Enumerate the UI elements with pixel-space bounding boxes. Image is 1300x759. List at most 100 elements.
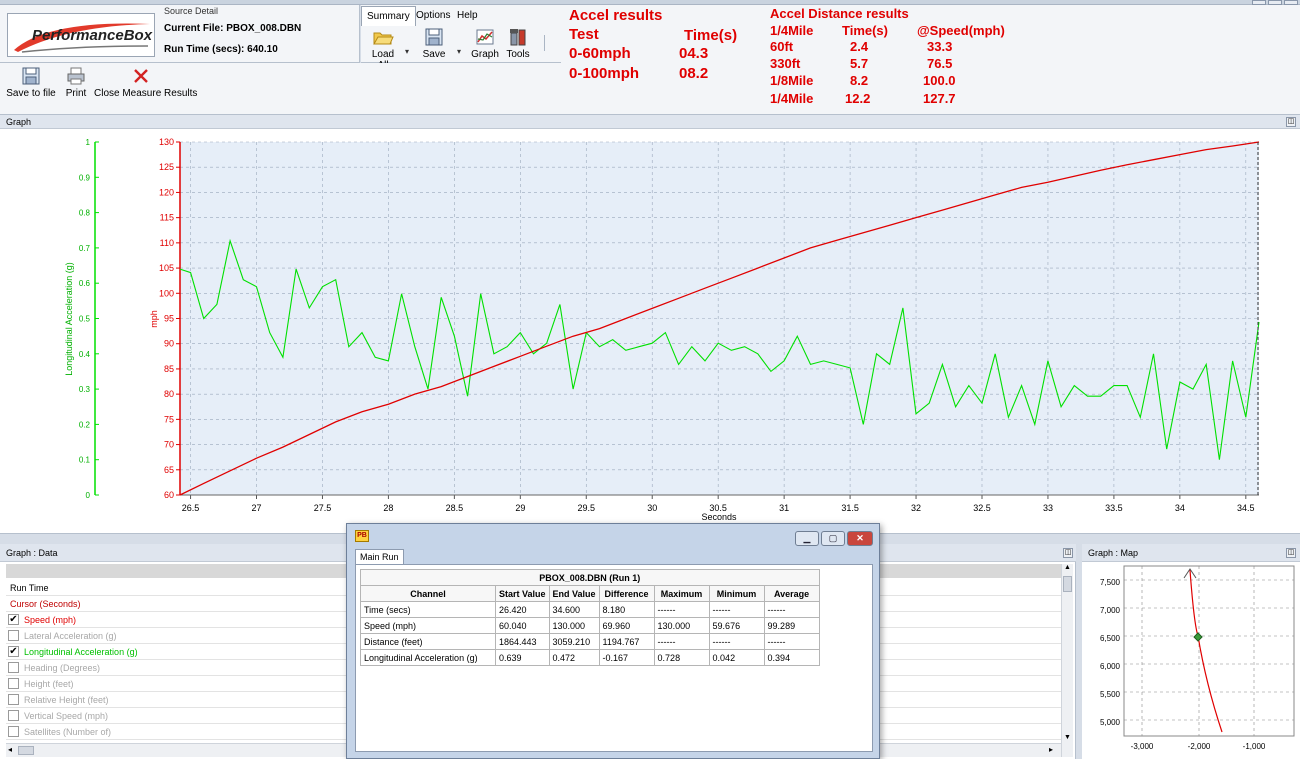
- dialog-body: PBOX_008.DBN (Run 1) Channel Start Value E…: [355, 564, 873, 752]
- accel-tick-label: 0.6: [79, 279, 91, 288]
- speed-tick-label: 130: [159, 137, 174, 147]
- vertical-scrollbar[interactable]: ▲ ▼: [1061, 564, 1073, 757]
- results-cell: Longitudinal Acceleration (g): [360, 649, 496, 666]
- channel-label: Height (feet): [24, 679, 74, 689]
- results-cell: 34.600: [548, 601, 600, 618]
- save-dropdown-icon[interactable]: ▾: [457, 47, 461, 56]
- tab-main-run[interactable]: Main Run: [355, 549, 404, 565]
- speed-tick-label: 100: [159, 288, 174, 298]
- print-button[interactable]: Print: [62, 66, 90, 99]
- close-measure-results-button[interactable]: Close Measure Results: [94, 66, 197, 99]
- accel-tick-label: 0.7: [79, 244, 91, 253]
- graph-data-title: Graph : Data: [6, 548, 58, 558]
- accel-row-test: 0-60mph: [569, 45, 631, 62]
- results-cell: Distance (feet): [360, 633, 496, 650]
- accel-row-time: 08.2: [679, 65, 709, 82]
- speed-tick-label: 70: [164, 440, 174, 450]
- measure-results-dialog[interactable]: PB ▁ ▢ ✕ Main Run PBOX_008.DBN (Run 1) C…: [346, 523, 880, 759]
- load-all-button[interactable]: Load All: [366, 27, 400, 71]
- dialog-maximize-button[interactable]: ▢: [821, 531, 845, 546]
- dialog-minimize-button[interactable]: ▁: [795, 531, 819, 546]
- save-to-file-label: Save to file: [6, 88, 56, 99]
- accel-axis-ticks: 0 0.1 0.2 0.3 0.4 0.5 0.6 0.7 0.8 0.9 1: [79, 138, 99, 500]
- channel-checkbox[interactable]: ✔: [8, 614, 19, 625]
- channel-checkbox[interactable]: [8, 662, 19, 673]
- results-row: Distance (feet) 1864.443 3059.210 1194.767-…: [360, 633, 820, 650]
- channel-label: Vertical Speed (mph): [24, 711, 109, 721]
- floppy-disk-icon: [22, 67, 40, 85]
- accel-tick-label: 0.5: [79, 315, 91, 324]
- results-cell: ------: [763, 601, 820, 618]
- x-tick-label: 33.5: [1105, 503, 1123, 513]
- x-tick-label: 29.5: [578, 503, 596, 513]
- pane-pin-icon[interactable]: ◫: [1286, 548, 1296, 558]
- map-y-tick: 7,000: [1100, 606, 1121, 615]
- pane-pin-icon[interactable]: ◫: [1063, 548, 1073, 558]
- graph-area[interactable]: 26.5 27 27.5 28 28.5 29 29.5 30 30.5 31 31.5 32 32.5…: [0, 129, 1300, 534]
- results-header-row: Channel Start Value End Value Difference Max…: [360, 585, 820, 602]
- channel-checkbox[interactable]: [8, 678, 19, 689]
- x-tick-label: 32: [911, 503, 921, 513]
- accel-tick-label: 0.8: [79, 209, 91, 218]
- load-all-dropdown-icon[interactable]: ▾: [405, 47, 409, 56]
- tab-options[interactable]: Options: [411, 6, 455, 26]
- distance-row-speed: 33.3: [927, 39, 953, 54]
- app-icon: PB: [355, 530, 369, 542]
- floppy-disk-icon: [425, 28, 443, 46]
- distance-row-time: 8.2: [850, 73, 869, 88]
- results-header-cell: Difference: [598, 585, 655, 602]
- accel-results-title: Accel results: [569, 7, 663, 24]
- channel-label: Cursor (Seconds): [10, 599, 81, 609]
- x-tick-label: 30: [647, 503, 657, 513]
- distance-row-dist: 1/4Mile: [770, 91, 814, 106]
- results-cell: 0.042: [708, 649, 765, 666]
- map-y-tick: 6,000: [1100, 662, 1121, 671]
- speed-tick-label: 75: [164, 414, 174, 424]
- results-cell: Speed (mph): [360, 617, 496, 634]
- x-tick-label: 28.5: [446, 503, 464, 513]
- tools-button[interactable]: Tools: [503, 27, 533, 63]
- results-cell: 69.960: [598, 617, 655, 634]
- channel-checkbox[interactable]: [8, 630, 19, 641]
- distance-header-3: @Speed(mph): [917, 23, 1005, 38]
- results-table: PBOX_008.DBN (Run 1) Channel Start Value E…: [360, 569, 820, 666]
- graph-chart[interactable]: 26.5 27 27.5 28 28.5 29 29.5 30 30.5 31 31.5 32 32.5…: [0, 129, 1300, 534]
- distance-row-dist: 1/8Mile: [770, 73, 814, 88]
- channel-label: Longitudinal Acceleration (g): [24, 647, 138, 657]
- accel-test-header: Test: [569, 26, 599, 43]
- graph-button[interactable]: Graph: [469, 27, 501, 63]
- tab-help[interactable]: Help: [452, 6, 483, 26]
- channel-checkbox[interactable]: ✔: [8, 646, 19, 657]
- map-chart[interactable]: 7,500 7,000 6,500 6,000 5,500 5,000 -3,0…: [1082, 564, 1300, 759]
- hscroll-thumb[interactable]: [18, 746, 34, 755]
- pane-pin-icon[interactable]: ◫: [1286, 117, 1296, 127]
- channel-label: Satellites (Number of): [24, 727, 112, 737]
- scroll-thumb[interactable]: [1063, 576, 1072, 592]
- save-to-file-button[interactable]: Save to file: [4, 66, 58, 99]
- results-panel: Accel results Test Time(s) 0-60mph 04.3 …: [561, 5, 1300, 115]
- speed-tick-label: 95: [164, 314, 174, 324]
- x-tick-label: 29: [515, 503, 525, 513]
- folder-open-icon: [373, 32, 394, 45]
- results-header-cell: Channel: [360, 585, 496, 602]
- dialog-close-button[interactable]: ✕: [847, 531, 873, 546]
- scroll-down-icon[interactable]: ▼: [1063, 734, 1072, 744]
- scroll-left-icon[interactable]: ◂: [8, 745, 12, 754]
- scroll-up-icon[interactable]: ▲: [1063, 564, 1072, 574]
- channel-checkbox[interactable]: [8, 710, 19, 721]
- scroll-right-icon[interactable]: ▸: [1049, 745, 1053, 754]
- results-cell: ------: [763, 633, 820, 650]
- tab-summary[interactable]: Summary: [361, 6, 416, 26]
- speed-tick-label: 80: [164, 389, 174, 399]
- channel-label: Relative Height (feet): [24, 695, 109, 705]
- accel-tick-label: 0.9: [79, 173, 91, 182]
- channel-checkbox[interactable]: [8, 694, 19, 705]
- channel-checkbox[interactable]: [8, 726, 19, 737]
- print-label: Print: [65, 88, 87, 99]
- save-button[interactable]: Save: [419, 27, 449, 63]
- map-x-tick: -1,000: [1243, 742, 1266, 751]
- distance-results-title: Accel Distance results: [770, 6, 909, 21]
- distance-header-2: Time(s): [842, 23, 888, 38]
- results-cell: 1194.767: [598, 633, 655, 650]
- accel-tick-label: 0.2: [79, 420, 91, 429]
